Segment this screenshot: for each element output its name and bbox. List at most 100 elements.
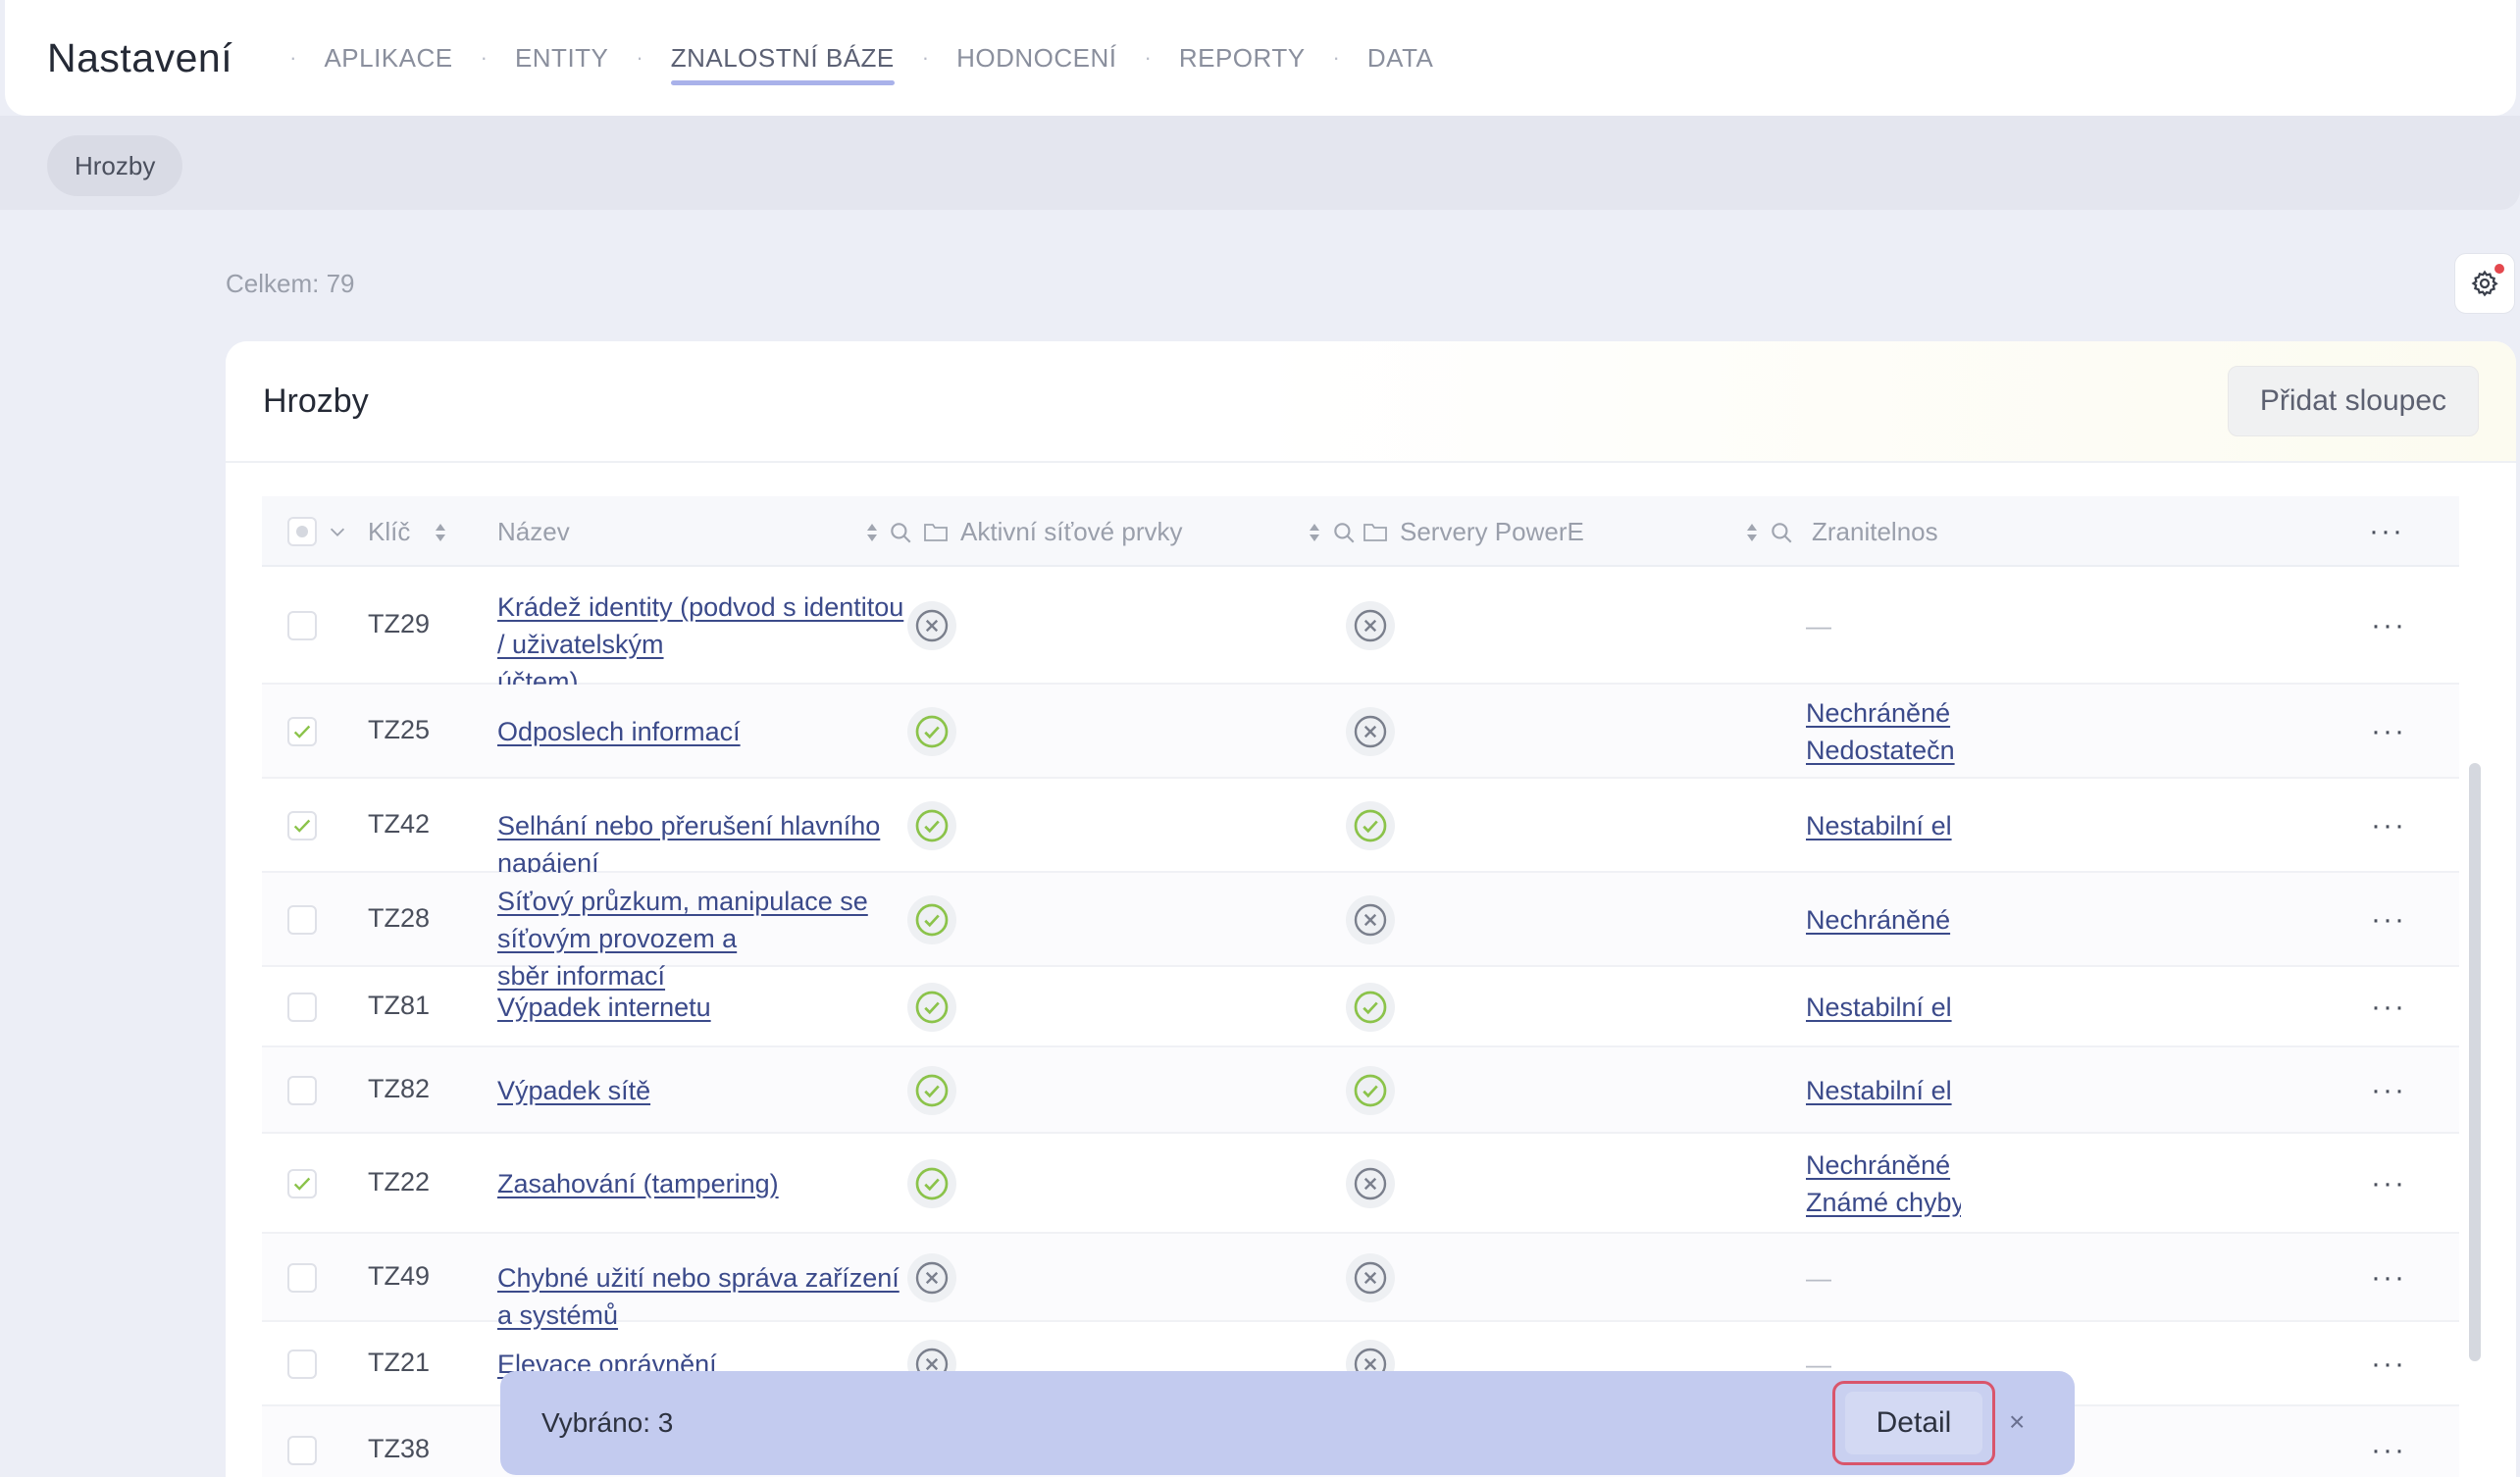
table-scrollbar[interactable] bbox=[2469, 763, 2481, 1361]
column-header-servers[interactable]: Servery PowerE bbox=[1400, 496, 1584, 567]
add-column-button[interactable]: Přidat sloupec bbox=[2227, 366, 2479, 436]
nav-item-entity[interactable]: ENTITY bbox=[515, 43, 608, 74]
row-checkbox[interactable] bbox=[287, 1350, 317, 1379]
row-name-link[interactable]: Zasahování (tampering) bbox=[497, 1165, 909, 1202]
table-row[interactable]: TZ42 Selhání nebo přerušení hlavního napá… bbox=[262, 779, 2459, 878]
main-nav: · APLIKACE · ENTITY · ZNALOSTNÍ BÁZE · H… bbox=[289, 42, 1434, 85]
row-actions-button[interactable]: ··· bbox=[2371, 1434, 2406, 1467]
table-row[interactable]: TZ29 Krádež identity (podvod s identitou … bbox=[262, 567, 2459, 696]
row-checkbox[interactable] bbox=[287, 811, 317, 840]
row-checkbox[interactable] bbox=[287, 1169, 317, 1198]
select-all-control[interactable] bbox=[287, 496, 348, 567]
checkbox[interactable] bbox=[287, 611, 317, 640]
row-key: TZ42 bbox=[368, 809, 431, 839]
nav-item-hodnoceni[interactable]: HODNOCENÍ bbox=[956, 43, 1116, 74]
checkbox[interactable] bbox=[287, 993, 317, 1022]
row-actions-button[interactable]: ··· bbox=[2371, 809, 2406, 842]
selection-bar: Vybráno: 3 Detail × bbox=[500, 1371, 2075, 1475]
notification-dot bbox=[2494, 264, 2504, 274]
card-header: Hrozby Přidat sloupec bbox=[226, 341, 2516, 463]
search-active-network-icon[interactable] bbox=[1331, 520, 1357, 545]
row-name-link[interactable]: Odposlech informací bbox=[497, 713, 909, 750]
status-none-icon bbox=[907, 601, 956, 650]
row-checkbox[interactable] bbox=[287, 1436, 317, 1465]
table-row[interactable]: TZ25 Odposlech informací Nechráněné Nedosta… bbox=[262, 685, 2459, 779]
row-actions-button[interactable]: ··· bbox=[2371, 1074, 2406, 1107]
vulnerability-links[interactable]: Nestabilní el bbox=[1806, 807, 1961, 844]
vulnerability-links[interactable]: Nechráněné bbox=[1806, 901, 1961, 939]
status-none-icon bbox=[1346, 1253, 1395, 1302]
gear-icon bbox=[2471, 270, 2498, 297]
status-none-icon bbox=[1346, 895, 1395, 944]
row-key: TZ29 bbox=[368, 609, 431, 638]
folder-icon bbox=[924, 524, 948, 541]
close-selection-icon[interactable]: × bbox=[2009, 1406, 2025, 1438]
threats-table: Klíč Název Aktivní síťové prvky Servery … bbox=[262, 496, 2459, 1477]
row-actions-button[interactable]: ··· bbox=[2371, 991, 2406, 1024]
vulnerability-links[interactable]: Nestabilní el bbox=[1806, 1072, 1961, 1109]
row-checkbox[interactable] bbox=[287, 611, 317, 640]
sort-name-icon[interactable] bbox=[865, 522, 879, 543]
table-settings-button[interactable] bbox=[2454, 253, 2515, 314]
column-header-vulnerabilities[interactable]: Zranitelnos bbox=[1812, 496, 1938, 567]
checkbox[interactable] bbox=[287, 811, 317, 840]
row-actions-button[interactable]: ··· bbox=[2371, 1348, 2406, 1381]
checkbox[interactable] bbox=[287, 1436, 317, 1465]
sort-active-network-icon[interactable] bbox=[1308, 522, 1321, 543]
table-row[interactable]: TZ81 Výpadek internetu Nestabilní el ··· bbox=[262, 967, 2459, 1047]
row-name-link[interactable]: Krádež identity (podvod s identitou / už… bbox=[497, 588, 909, 700]
row-actions-button[interactable]: ··· bbox=[2371, 715, 2406, 748]
folder-icon bbox=[1363, 524, 1387, 541]
search-name-icon[interactable] bbox=[888, 520, 913, 545]
table-row[interactable]: TZ82 Výpadek sítě Nestabilní el ··· bbox=[262, 1047, 2459, 1134]
vulnerability-links[interactable]: Nechráněné Nedostatečn bbox=[1806, 694, 1961, 769]
table-header: Klíč Název Aktivní síťové prvky Servery … bbox=[262, 496, 2459, 567]
status-ok-icon bbox=[907, 801, 956, 850]
row-actions-button[interactable]: ··· bbox=[2371, 609, 2406, 642]
column-header-name[interactable]: Název bbox=[497, 496, 570, 567]
search-servers-icon[interactable] bbox=[1769, 520, 1794, 545]
row-key: TZ21 bbox=[368, 1348, 431, 1377]
row-key: TZ22 bbox=[368, 1167, 431, 1197]
checkbox[interactable] bbox=[287, 1169, 317, 1198]
chevron-down-icon[interactable] bbox=[327, 521, 348, 542]
status-ok-icon bbox=[907, 1066, 956, 1115]
column-header-key[interactable]: Klíč bbox=[368, 496, 410, 567]
table-row[interactable]: TZ28 Síťový průzkum, manipulace se síťový… bbox=[262, 873, 2459, 991]
select-all-checkbox[interactable] bbox=[287, 517, 317, 546]
check-icon bbox=[293, 1177, 311, 1191]
row-name-link[interactable]: Výpadek sítě bbox=[497, 1072, 909, 1109]
nav-item-data[interactable]: DATA bbox=[1367, 43, 1433, 74]
row-checkbox[interactable] bbox=[287, 1263, 317, 1293]
nav-item-reporty[interactable]: REPORTY bbox=[1179, 43, 1306, 74]
row-checkbox[interactable] bbox=[287, 1076, 317, 1105]
table-row[interactable]: TZ49 Chybné užití nebo správa zařízení a … bbox=[262, 1234, 2459, 1330]
table-row[interactable]: TZ22 Zasahování (tampering) Nechráněné Znám… bbox=[262, 1134, 2459, 1234]
row-checkbox[interactable] bbox=[287, 905, 317, 935]
detail-button-highlight: Detail bbox=[1832, 1381, 1995, 1465]
sort-key-icon[interactable] bbox=[434, 522, 447, 543]
checkbox[interactable] bbox=[287, 1350, 317, 1379]
row-checkbox[interactable] bbox=[287, 717, 317, 746]
subnav-chip-hrozby[interactable]: Hrozby bbox=[47, 135, 183, 196]
detail-button[interactable]: Detail bbox=[1845, 1392, 1982, 1454]
row-name-link[interactable]: Výpadek internetu bbox=[497, 989, 909, 1026]
column-options-button[interactable]: ··· bbox=[2369, 496, 2404, 567]
row-actions-button[interactable]: ··· bbox=[2371, 903, 2406, 937]
nav-item-aplikace[interactable]: APLIKACE bbox=[324, 43, 452, 74]
sort-servers-icon[interactable] bbox=[1745, 522, 1759, 543]
vulnerability-links[interactable]: Nestabilní el bbox=[1806, 989, 1961, 1026]
row-name-link[interactable]: Selhání nebo přerušení hlavního napájení bbox=[497, 807, 909, 882]
row-checkbox[interactable] bbox=[287, 993, 317, 1022]
row-actions-button[interactable]: ··· bbox=[2371, 1167, 2406, 1200]
column-header-active-network[interactable]: Aktivní síťové prvky bbox=[960, 496, 1182, 567]
checkbox[interactable] bbox=[287, 717, 317, 746]
checkbox[interactable] bbox=[287, 1076, 317, 1105]
status-none-icon bbox=[1346, 1159, 1395, 1208]
vulnerability-links[interactable]: Nechráněné Známé chyby bbox=[1806, 1146, 1961, 1221]
row-key: TZ82 bbox=[368, 1074, 431, 1103]
checkbox[interactable] bbox=[287, 1263, 317, 1293]
checkbox[interactable] bbox=[287, 905, 317, 935]
row-actions-button[interactable]: ··· bbox=[2371, 1261, 2406, 1295]
nav-item-znalostni-baze[interactable]: ZNALOSTNÍ BÁZE bbox=[670, 43, 895, 85]
